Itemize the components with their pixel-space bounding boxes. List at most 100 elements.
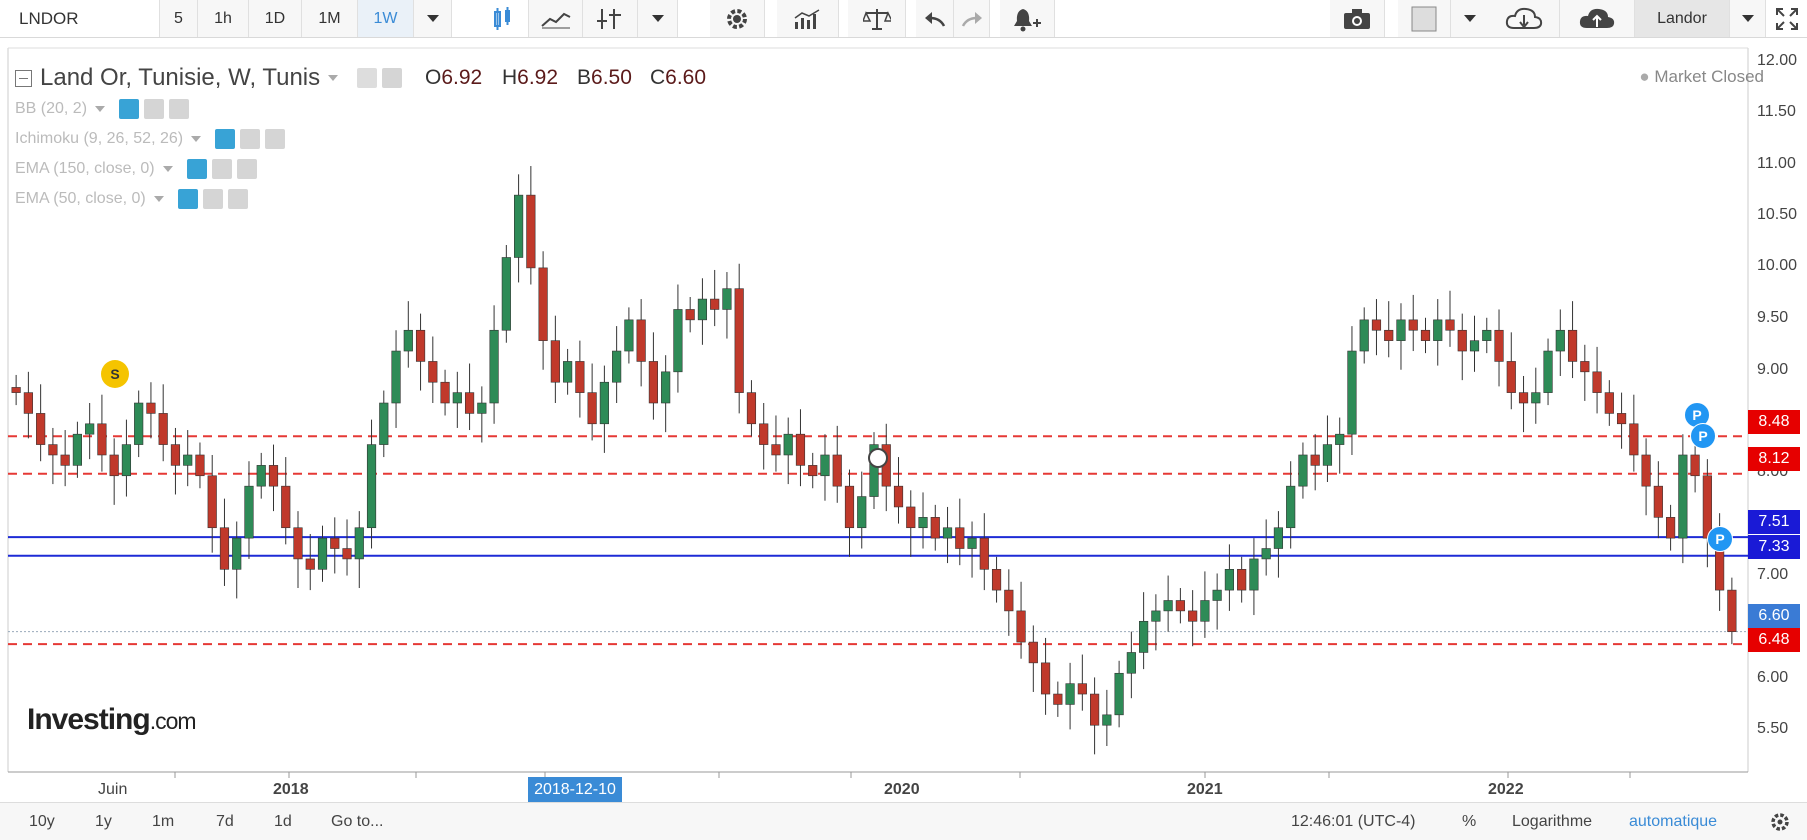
eye-icon[interactable] xyxy=(215,129,236,149)
candle-down xyxy=(207,475,217,529)
candle-up xyxy=(403,329,413,352)
gear-icon[interactable] xyxy=(382,68,403,88)
candle-up xyxy=(1286,485,1296,529)
candle-down xyxy=(97,423,107,456)
gear-icon[interactable] xyxy=(240,129,261,149)
candle-down xyxy=(1028,641,1038,664)
indicator-ema-150[interactable]: EMA (150, close, 0) xyxy=(15,159,257,179)
candle-down xyxy=(146,402,156,414)
candle-down xyxy=(575,361,585,393)
candle-down xyxy=(1494,329,1504,362)
indicator-label: BB (20, 2) xyxy=(15,100,88,117)
chevron-down-icon[interactable] xyxy=(153,196,164,202)
log-toggle[interactable]: Logarithme xyxy=(1512,803,1592,840)
candle-up xyxy=(477,402,487,414)
indicator-ichimoku[interactable]: Ichimoku (9, 26, 52, 26) xyxy=(15,129,286,149)
candle-down xyxy=(36,413,46,445)
indicator-bb[interactable]: BB (20, 2) xyxy=(15,99,190,119)
candle-up xyxy=(942,527,953,539)
candle-down xyxy=(440,381,450,404)
candle-down xyxy=(991,569,1002,591)
candle-down xyxy=(930,517,940,539)
y-tick-label: 9.00 xyxy=(1757,361,1789,378)
gear-icon[interactable] xyxy=(144,99,165,119)
chart-legend-title: Land Or, Tunisie, W, Tunis xyxy=(15,64,403,92)
candle-up xyxy=(918,517,928,529)
candle-up xyxy=(501,257,511,331)
close-icon[interactable] xyxy=(227,189,248,209)
candle-up xyxy=(1139,620,1149,653)
candle-up xyxy=(722,288,732,310)
position-marker[interactable]: P xyxy=(1690,423,1716,449)
bottom-toolbar: 10y 1y 1m 7d 1d Go to... 12:46:01 (UTC-4… xyxy=(0,802,1807,840)
candle-up xyxy=(1555,329,1565,352)
candle-down xyxy=(1310,454,1320,466)
chevron-down-icon[interactable] xyxy=(162,166,173,172)
ohlc-close: C6.60 xyxy=(650,66,707,89)
candle-down xyxy=(158,413,168,445)
gear-icon[interactable] xyxy=(211,159,232,179)
range-1y-button[interactable]: 1y xyxy=(95,803,112,840)
candle-down xyxy=(464,392,475,414)
price-chart[interactable] xyxy=(0,0,1807,839)
chevron-down-icon[interactable] xyxy=(95,106,106,112)
chart-settings-button[interactable] xyxy=(1770,803,1790,840)
crosshair-cursor xyxy=(868,448,888,468)
chevron-down-icon[interactable] xyxy=(328,75,339,81)
range-1m-button[interactable]: 1m xyxy=(152,803,174,840)
candle-down xyxy=(955,527,965,549)
candle-up xyxy=(1433,319,1443,341)
gear-icon[interactable] xyxy=(202,189,223,209)
candle-down xyxy=(1580,361,1590,373)
candle-down xyxy=(795,433,806,466)
candle-down xyxy=(1237,569,1247,591)
candle-up xyxy=(599,381,609,425)
candle-down xyxy=(281,485,291,529)
candle-up xyxy=(452,392,462,404)
auto-scale-toggle[interactable]: automatique xyxy=(1629,803,1717,840)
close-icon[interactable] xyxy=(169,99,190,119)
candle-up xyxy=(317,537,328,570)
close-icon[interactable] xyxy=(236,159,257,179)
range-10y-button[interactable]: 10y xyxy=(29,803,55,840)
percent-toggle[interactable]: % xyxy=(1462,803,1476,840)
candle-down xyxy=(1053,693,1063,705)
candle-down xyxy=(170,444,181,466)
eye-icon[interactable] xyxy=(119,99,140,119)
candle-up xyxy=(857,496,867,529)
eye-icon[interactable] xyxy=(186,159,207,179)
candle-up xyxy=(1126,652,1136,674)
candle-up xyxy=(1531,392,1541,404)
candle-up xyxy=(1163,600,1173,612)
price-tag-blue: 7.51 xyxy=(1748,510,1800,534)
candle-down xyxy=(23,392,33,414)
eye-icon[interactable] xyxy=(177,189,198,209)
signal-marker[interactable]: S xyxy=(101,360,129,388)
range-7d-button[interactable]: 7d xyxy=(216,803,234,840)
candle-down xyxy=(1666,517,1676,539)
x-tick-label: 2022 xyxy=(1488,781,1524,798)
candle-up xyxy=(612,350,622,383)
indicator-ema-50[interactable]: EMA (50, close, 0) xyxy=(15,189,248,209)
candle-down xyxy=(1384,329,1394,341)
position-marker[interactable]: P xyxy=(1707,526,1733,552)
candle-down xyxy=(526,194,536,269)
candle-down xyxy=(428,361,438,383)
candle-up xyxy=(354,527,364,560)
close-icon[interactable] xyxy=(265,129,286,149)
candle-down xyxy=(636,319,646,362)
candle-down xyxy=(979,537,989,570)
candle-up xyxy=(134,402,144,445)
candle-up xyxy=(489,329,499,404)
candle-up xyxy=(1212,589,1222,601)
chevron-down-icon[interactable] xyxy=(191,136,202,142)
collapse-legend-icon[interactable] xyxy=(15,69,32,87)
candle-down xyxy=(1616,413,1627,425)
candle-down xyxy=(734,288,744,393)
price-tag-red: 6.48 xyxy=(1748,628,1800,652)
range-1d-button[interactable]: 1d xyxy=(274,803,292,840)
eye-icon[interactable] xyxy=(357,68,378,88)
candle-up xyxy=(820,454,830,477)
goto-button[interactable]: Go to... xyxy=(331,803,383,840)
candle-up xyxy=(1151,610,1161,622)
